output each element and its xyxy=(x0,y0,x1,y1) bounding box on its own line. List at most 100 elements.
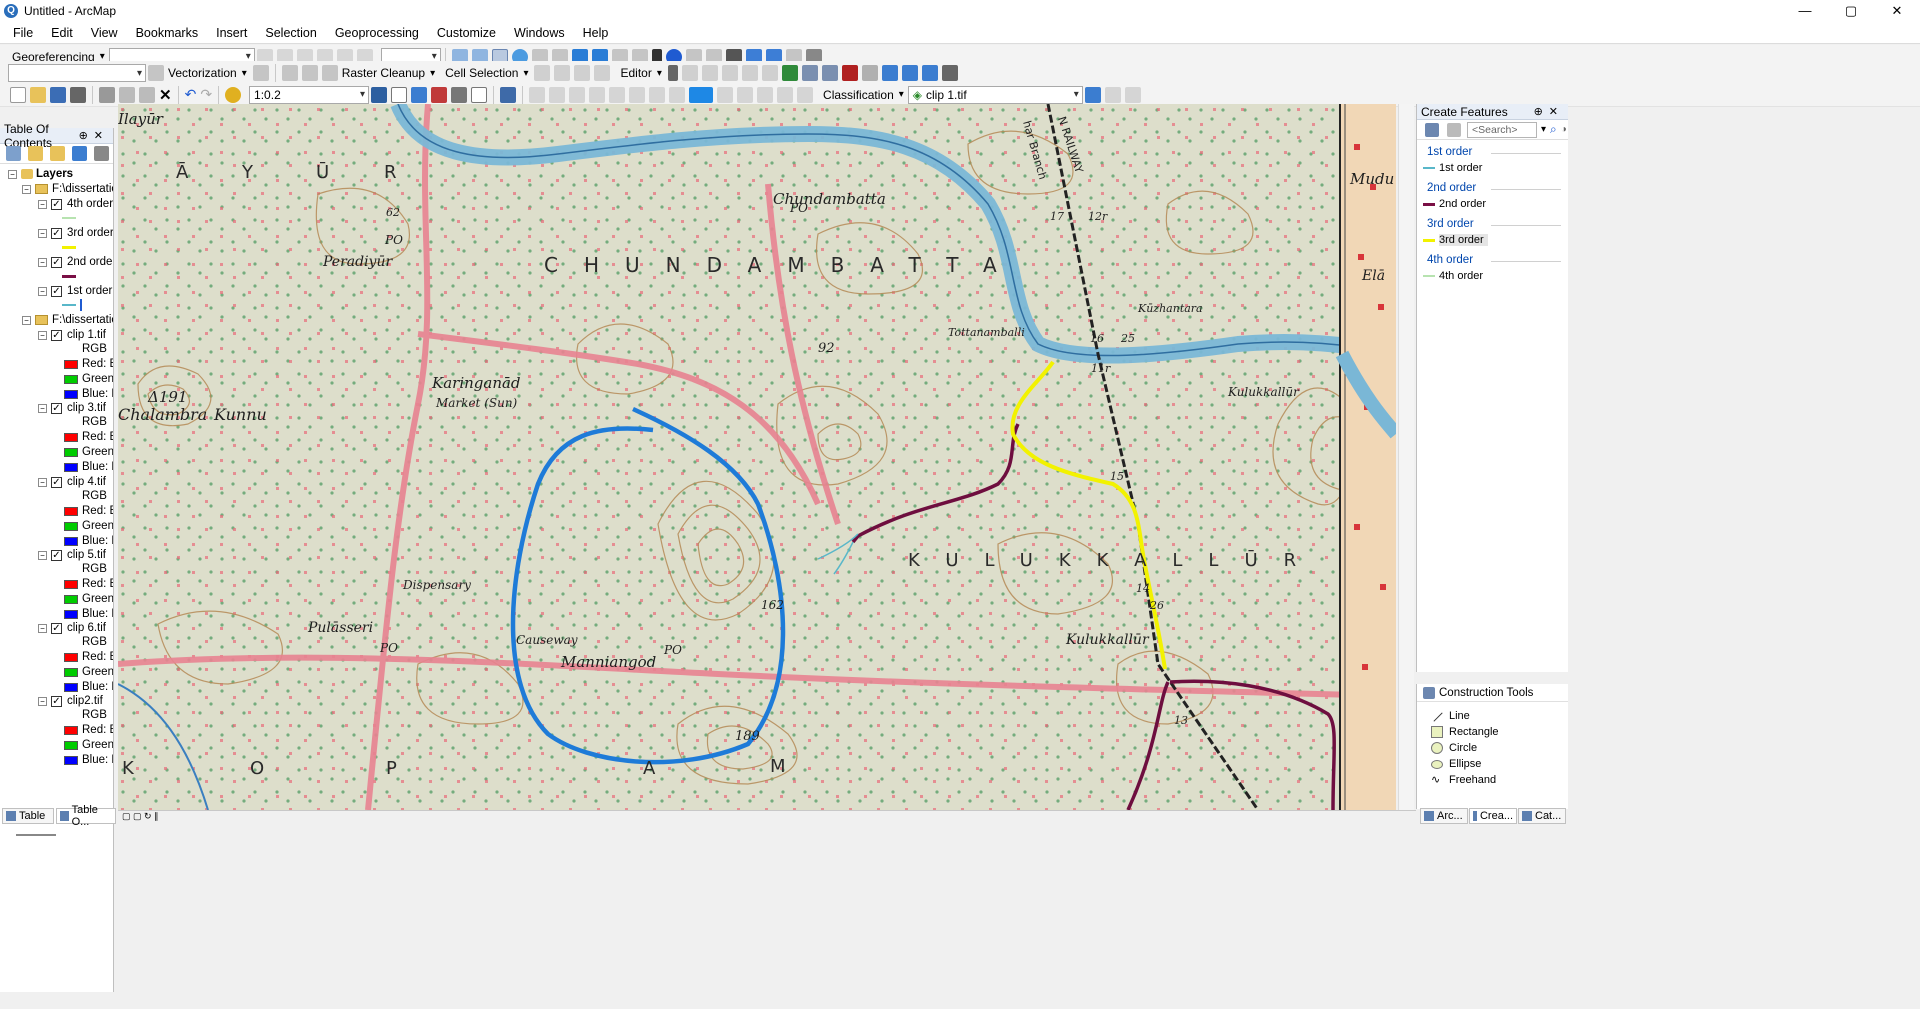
folder-group-vectors[interactable]: − F:\dissertatio xyxy=(22,181,113,197)
menu-geoprocessing[interactable]: Geoprocessing xyxy=(326,26,428,40)
tab-create-features[interactable]: Crea... xyxy=(1469,808,1517,824)
template-search-input[interactable]: <Search> xyxy=(1467,121,1537,138)
collapse-icon[interactable]: − xyxy=(22,184,31,194)
print-icon[interactable] xyxy=(70,86,86,103)
menu-edit[interactable]: Edit xyxy=(42,26,82,40)
interactive-selection-icon[interactable] xyxy=(554,65,571,81)
layout-tool-icon[interactable] xyxy=(569,86,586,103)
new-document-icon[interactable] xyxy=(10,86,26,103)
generate-features-icon[interactable] xyxy=(301,65,318,81)
layer-visibility-checkbox[interactable]: ✓ xyxy=(51,549,62,561)
collapse-icon[interactable]: − xyxy=(8,169,17,179)
layer-visibility-checkbox[interactable]: ✓ xyxy=(51,198,62,210)
layer-visibility-checkbox[interactable]: ✓ xyxy=(51,256,62,268)
dropdown-arrow-icon[interactable]: ▾ xyxy=(1541,124,1546,135)
training-sample-icon[interactable] xyxy=(1084,86,1101,103)
open-icon[interactable] xyxy=(30,86,46,103)
cut-polygons-icon[interactable] xyxy=(821,65,838,81)
cell-tool-icon[interactable] xyxy=(574,65,591,81)
fill-color-icon[interactable] xyxy=(689,86,714,103)
tool-rectangle[interactable]: Rectangle xyxy=(1417,724,1568,740)
sketch-properties-icon[interactable] xyxy=(901,65,918,81)
classification-layer-combo[interactable]: ◈ clip 1.tif xyxy=(907,85,1083,104)
layer-visibility-checkbox[interactable]: ✓ xyxy=(51,329,62,341)
cut-icon[interactable] xyxy=(99,86,115,103)
menu-customize[interactable]: Customize xyxy=(428,26,505,40)
editor-more-icon[interactable] xyxy=(941,65,958,81)
layout-tool-icon[interactable] xyxy=(549,86,566,103)
layout-tool-icon[interactable] xyxy=(757,86,774,103)
catalog-window-icon[interactable] xyxy=(411,86,428,103)
vectorization-layer-combo[interactable] xyxy=(8,64,146,82)
point-icon[interactable] xyxy=(761,65,778,81)
list-by-drawing-order-icon[interactable] xyxy=(6,146,21,161)
map-display[interactable]: Ilayūr Chundambatta Peradiyūr Tottanamba… xyxy=(118,104,1396,810)
layout-tool-icon[interactable] xyxy=(609,86,626,103)
layer-visibility-checkbox[interactable]: ✓ xyxy=(51,402,62,414)
layer-visibility-checkbox[interactable]: ✓ xyxy=(51,622,62,634)
add-data-icon[interactable] xyxy=(225,86,242,103)
template-item[interactable]: 4th order xyxy=(1423,268,1568,284)
layout-tool-icon[interactable] xyxy=(649,86,666,103)
redo-icon[interactable]: ↷ xyxy=(200,85,212,105)
straight-segment-icon[interactable] xyxy=(701,65,718,81)
copy-icon[interactable] xyxy=(119,86,135,103)
data-view-icon[interactable]: ▢ ▢ ↻ ∥ xyxy=(122,811,159,821)
menu-selection[interactable]: Selection xyxy=(256,26,325,40)
trace-segment-icon[interactable] xyxy=(741,65,758,81)
collapse-icon[interactable]: − xyxy=(38,330,47,340)
collapse-icon[interactable]: − xyxy=(38,403,47,413)
edit-vertices-icon[interactable] xyxy=(781,65,798,81)
search-window-icon[interactable] xyxy=(431,86,448,103)
rotate-icon[interactable] xyxy=(861,65,878,81)
help-icon[interactable]: ◑ xyxy=(1561,124,1567,135)
collapse-icon[interactable]: − xyxy=(38,286,47,296)
tab-arctoolbox[interactable]: Arc... xyxy=(1420,808,1468,824)
collapse-icon[interactable]: − xyxy=(38,623,47,633)
collapse-icon[interactable]: − xyxy=(38,199,47,209)
close-button[interactable]: ✕ xyxy=(1874,0,1920,22)
editor-menu[interactable]: Editor xyxy=(620,63,663,83)
raster-cleanup-menu[interactable]: Raster Cleanup xyxy=(342,63,437,83)
tab-catalog[interactable]: Cat... xyxy=(1518,808,1566,824)
arctoolbox-icon[interactable] xyxy=(451,86,468,103)
raster-painting-icon[interactable] xyxy=(321,65,338,81)
layout-tool-icon[interactable] xyxy=(797,86,814,103)
template-item[interactable]: 2nd order xyxy=(1423,196,1568,212)
classification-menu[interactable]: Classification xyxy=(823,85,906,105)
layout-tool-icon[interactable] xyxy=(717,86,734,103)
save-icon[interactable] xyxy=(50,86,66,103)
collapse-icon[interactable]: − xyxy=(22,315,31,325)
edit-annotation-icon[interactable] xyxy=(681,65,698,81)
model-builder-icon[interactable] xyxy=(500,86,517,103)
tab-table[interactable]: Table xyxy=(2,808,54,824)
minimize-button[interactable]: — xyxy=(1782,0,1828,22)
tool-ellipse[interactable]: Ellipse xyxy=(1417,756,1568,772)
cell-selection-menu[interactable]: Cell Selection xyxy=(445,63,530,83)
layer-visibility-checkbox[interactable]: ✓ xyxy=(51,476,62,488)
collapse-icon[interactable]: − xyxy=(38,477,47,487)
list-by-selection-icon[interactable] xyxy=(72,146,87,161)
layer-visibility-checkbox[interactable]: ✓ xyxy=(51,227,62,239)
delete-icon[interactable]: ✕ xyxy=(159,85,172,105)
show-preview-icon[interactable] xyxy=(252,65,269,81)
map-vertical-scrollbar[interactable] xyxy=(1398,104,1414,810)
collapse-icon[interactable]: − xyxy=(38,228,47,238)
layout-tool-icon[interactable] xyxy=(669,86,686,103)
panel-controls[interactable]: ⊕✕ xyxy=(1534,105,1564,118)
toc-controls[interactable]: ⊕✕ xyxy=(79,129,109,142)
layout-tool-icon[interactable] xyxy=(737,86,754,103)
split-icon[interactable] xyxy=(841,65,858,81)
organize-templates-icon[interactable] xyxy=(1425,122,1439,137)
template-item[interactable]: 1st order xyxy=(1423,160,1568,176)
template-filter-icon[interactable] xyxy=(1447,122,1461,137)
undo-icon[interactable]: ↶ xyxy=(185,85,197,105)
options-icon[interactable] xyxy=(94,146,109,161)
layout-tool-icon[interactable] xyxy=(589,86,606,103)
training-sample-manager-icon[interactable] xyxy=(1104,86,1121,103)
collapse-icon[interactable]: − xyxy=(38,550,47,560)
paste-icon[interactable] xyxy=(139,86,155,103)
layer-symbol[interactable] xyxy=(62,239,80,255)
menu-view[interactable]: View xyxy=(82,26,127,40)
topographic-map[interactable]: Ilayūr Chundambatta Peradiyūr Tottanamba… xyxy=(118,104,1396,810)
